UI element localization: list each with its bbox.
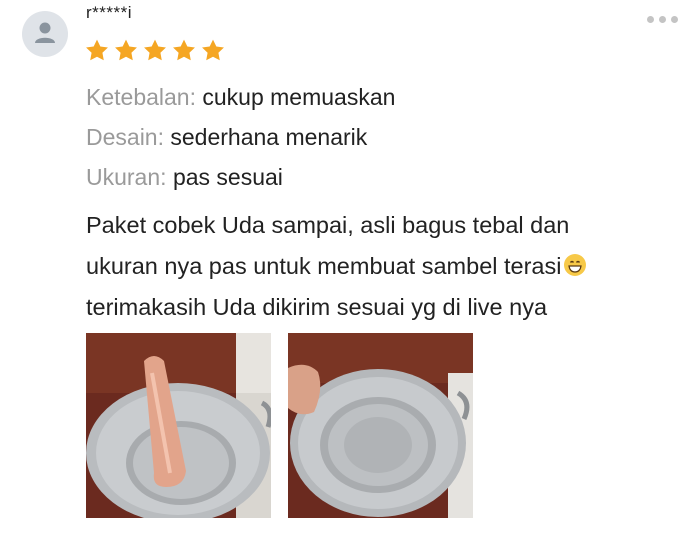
attribute-value: pas sesuai <box>172 164 283 190</box>
review-line: ukuran nya pas untuk membuat sambel tera… <box>86 246 676 287</box>
star-icon <box>115 39 137 61</box>
attribute-design: Desain: sederhana menarik <box>86 124 367 151</box>
review-line: Paket cobek Uda sampai, asli bagus tebal… <box>86 212 570 238</box>
user-icon <box>35 22 55 43</box>
attribute-value: sederhana menarik <box>170 124 368 150</box>
grinning-face-icon <box>564 254 587 276</box>
star-icon <box>86 39 108 61</box>
attribute-label: Ketebalan: <box>86 84 196 110</box>
star-icon <box>173 39 195 61</box>
star-rating <box>84 38 226 63</box>
attribute-value: cukup memuaskan <box>202 84 396 110</box>
attribute-label: Desain: <box>86 124 164 150</box>
attribute-label: Ukuran: <box>86 164 167 190</box>
review-photo-2[interactable] <box>288 333 473 518</box>
review-text: Paket cobek Uda sampai, asli bagus tebal… <box>86 205 676 328</box>
review-photo-1[interactable] <box>86 333 271 518</box>
star-icon <box>144 39 166 61</box>
attribute-thickness: Ketebalan: cukup memuaskan <box>86 84 395 111</box>
more-horizontal-icon[interactable] <box>647 16 678 23</box>
avatar[interactable] <box>22 11 68 57</box>
attribute-size: Ukuran: pas sesuai <box>86 164 283 191</box>
star-icon <box>202 39 224 61</box>
review-line: terimakasih Uda dikirim sesuai yg di liv… <box>86 294 548 320</box>
reviewer-username: r*****i <box>86 3 133 22</box>
